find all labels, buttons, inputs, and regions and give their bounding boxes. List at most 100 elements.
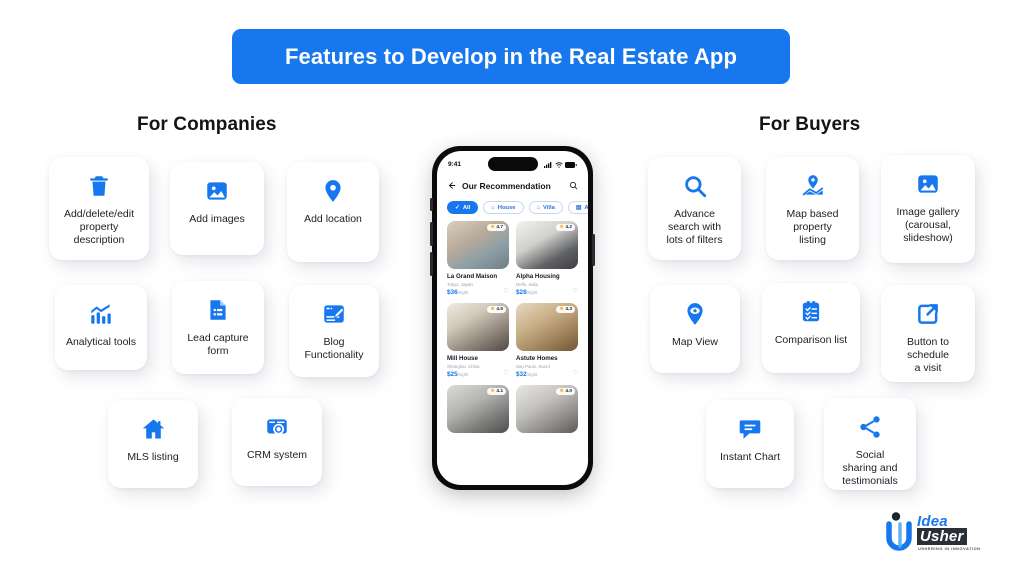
- property-card-partial[interactable]: ★ 4.0: [516, 385, 578, 433]
- feature-card-social-sharing[interactable]: Social sharing and testimonials: [824, 398, 916, 490]
- filter-chip-label: Villa: [543, 204, 555, 211]
- rating-value: 4.0: [565, 389, 572, 394]
- property-price-unit: /night: [526, 372, 538, 377]
- rating-value: 4.2: [565, 225, 572, 230]
- property-card[interactable]: ★ 4.3 Astute Homes Sao Paulo, Brazil $32…: [516, 303, 578, 378]
- feature-card-add-location[interactable]: Add location: [287, 162, 379, 262]
- feature-card-instant-chart[interactable]: Instant Chart: [706, 400, 794, 488]
- feature-card-blog-functionality[interactable]: Blog Functionality: [289, 285, 379, 377]
- property-card-partial[interactable]: ★ 4.1: [447, 385, 509, 433]
- feature-card-add-delete-edit[interactable]: Add/delete/edit property description: [49, 157, 149, 260]
- feature-card-label: Blog Functionality: [304, 336, 364, 362]
- phone-screen: 9:41 Our Recommendation ✓ All ⌂ House ⌂ …: [437, 151, 588, 485]
- phone-volume-down-button[interactable]: [430, 252, 433, 276]
- property-card[interactable]: ★ 4.7 La Grand Maison Tokyo, Japan $36/n…: [447, 221, 509, 296]
- feature-card-advance-search[interactable]: Advance search with lots of filters: [648, 157, 741, 260]
- phone-power-button[interactable]: [592, 234, 595, 266]
- favorite-heart-icon[interactable]: ♡: [503, 289, 509, 296]
- star-icon: ★: [490, 224, 495, 230]
- column-heading-companies: For Companies: [137, 114, 277, 135]
- feature-card-mls-listing[interactable]: MLS listing: [108, 400, 198, 488]
- property-thumbnail: ★ 4.3: [516, 303, 578, 351]
- feature-card-image-gallery[interactable]: Image gallery (carousal, slideshow): [881, 155, 975, 263]
- check-icon: ✓: [455, 204, 460, 211]
- feature-card-label: Add images: [189, 213, 245, 225]
- property-thumbnail: ★ 4.0: [516, 385, 578, 433]
- filter-chip-list[interactable]: ✓ All ⌂ House ⌂ Villa ▤ Apart: [437, 201, 588, 214]
- checklist-icon: [796, 297, 826, 327]
- feature-card-label: Map View: [672, 336, 718, 348]
- phone-notch: [487, 157, 538, 171]
- feature-card-map-view[interactable]: Map View: [650, 285, 740, 373]
- rating-badge: ★ 4.0: [556, 388, 575, 395]
- feature-card-label: Instant Chart: [719, 451, 781, 463]
- filter-chip-all[interactable]: ✓ All: [447, 201, 479, 214]
- property-price: $25: [447, 371, 458, 378]
- map-pin-icon: [798, 171, 828, 201]
- filter-chip-villa[interactable]: ⌂ Villa: [528, 201, 563, 214]
- brand-logo: Idea Usher USHERING IN INNOVATION: [884, 509, 992, 555]
- page-title-banner: Features to Develop in the Real Estate A…: [232, 29, 790, 84]
- external-link-icon: [913, 299, 943, 329]
- apartment-icon: ▤: [575, 204, 582, 211]
- property-location: Delhi, India: [516, 281, 538, 287]
- back-arrow-icon[interactable]: [447, 177, 456, 195]
- feature-card-label: Add location: [304, 213, 362, 225]
- feature-card-crm-system[interactable]: CRM system: [232, 398, 322, 486]
- feature-card-schedule-visit[interactable]: Button to schedule a visit: [881, 285, 975, 382]
- rating-value: 4.1: [496, 389, 503, 394]
- rating-badge: ★ 4.5: [487, 306, 506, 313]
- feature-card-label: Comparison list: [774, 334, 848, 346]
- search-icon: [680, 171, 710, 201]
- property-price-unit: /night: [457, 372, 469, 377]
- property-location: Shanghai, China: [447, 363, 480, 369]
- property-location: Tokyo, Japan: [447, 281, 473, 287]
- location-pin-icon: [318, 176, 348, 206]
- image-icon: [202, 176, 232, 206]
- property-price: $32: [516, 371, 527, 378]
- feature-card-lead-capture-form[interactable]: Lead capture form: [172, 281, 264, 374]
- favorite-heart-icon[interactable]: ♡: [572, 289, 578, 296]
- feature-card-map-based-listing[interactable]: Map based property listing: [766, 157, 859, 260]
- filter-chip-house[interactable]: ⌂ House: [483, 201, 524, 214]
- feature-card-label: CRM system: [246, 449, 308, 461]
- home-icon: [138, 414, 168, 444]
- wifi-icon: [554, 155, 563, 173]
- property-price-unit: /night: [526, 290, 538, 295]
- property-location: Sao Paulo, Brazil: [516, 363, 550, 369]
- column-heading-buyers: For Buyers: [759, 114, 861, 135]
- app-header: Our Recommendation: [437, 173, 588, 201]
- feature-card-label: Lead capture form: [187, 332, 249, 358]
- analytics-icon: [86, 299, 116, 329]
- chat-bubble-icon: [735, 414, 765, 444]
- feature-card-label: Map based property listing: [786, 208, 839, 247]
- rating-value: 4.5: [496, 307, 503, 312]
- property-card[interactable]: ★ 4.2 Alpha Housing Delhi, India $28/nig…: [516, 221, 578, 296]
- favorite-heart-icon[interactable]: ♡: [503, 371, 509, 378]
- document-form-icon: [203, 295, 233, 325]
- image-gallery-icon: [913, 169, 943, 199]
- rating-value: 4.7: [496, 225, 503, 230]
- feature-card-analytical-tools[interactable]: Analytical tools: [55, 285, 147, 370]
- phone-volume-up-button[interactable]: [430, 222, 433, 246]
- star-icon: ★: [559, 224, 564, 230]
- favorite-heart-icon[interactable]: ♡: [572, 371, 578, 378]
- property-name: Alpha Housing: [516, 273, 560, 280]
- property-card[interactable]: ★ 4.5 Mill House Shanghai, China $25/nig…: [447, 303, 509, 378]
- property-thumbnail: ★ 4.2: [516, 221, 578, 269]
- feature-card-add-images[interactable]: Add images: [170, 162, 264, 255]
- rating-badge: ★ 4.3: [556, 306, 575, 313]
- rating-value: 4.3: [565, 307, 572, 312]
- logo-tagline: USHERING IN INNOVATION: [918, 546, 981, 551]
- feature-card-label: Image gallery (carousal, slideshow): [896, 206, 960, 245]
- filter-chip-label: All: [462, 204, 471, 211]
- property-thumbnail: ★ 4.1: [447, 385, 509, 433]
- phone-mute-button[interactable]: [430, 198, 433, 211]
- app-header-title: Our Recommendation: [462, 181, 551, 191]
- house-icon: ⌂: [491, 204, 495, 211]
- feature-card-comparison-list[interactable]: Comparison list: [762, 283, 860, 373]
- star-icon: ★: [559, 388, 564, 394]
- search-icon[interactable]: [569, 177, 578, 195]
- filter-chip-apartment[interactable]: ▤ Apart: [567, 201, 588, 214]
- feature-card-label: Button to schedule a visit: [906, 336, 950, 375]
